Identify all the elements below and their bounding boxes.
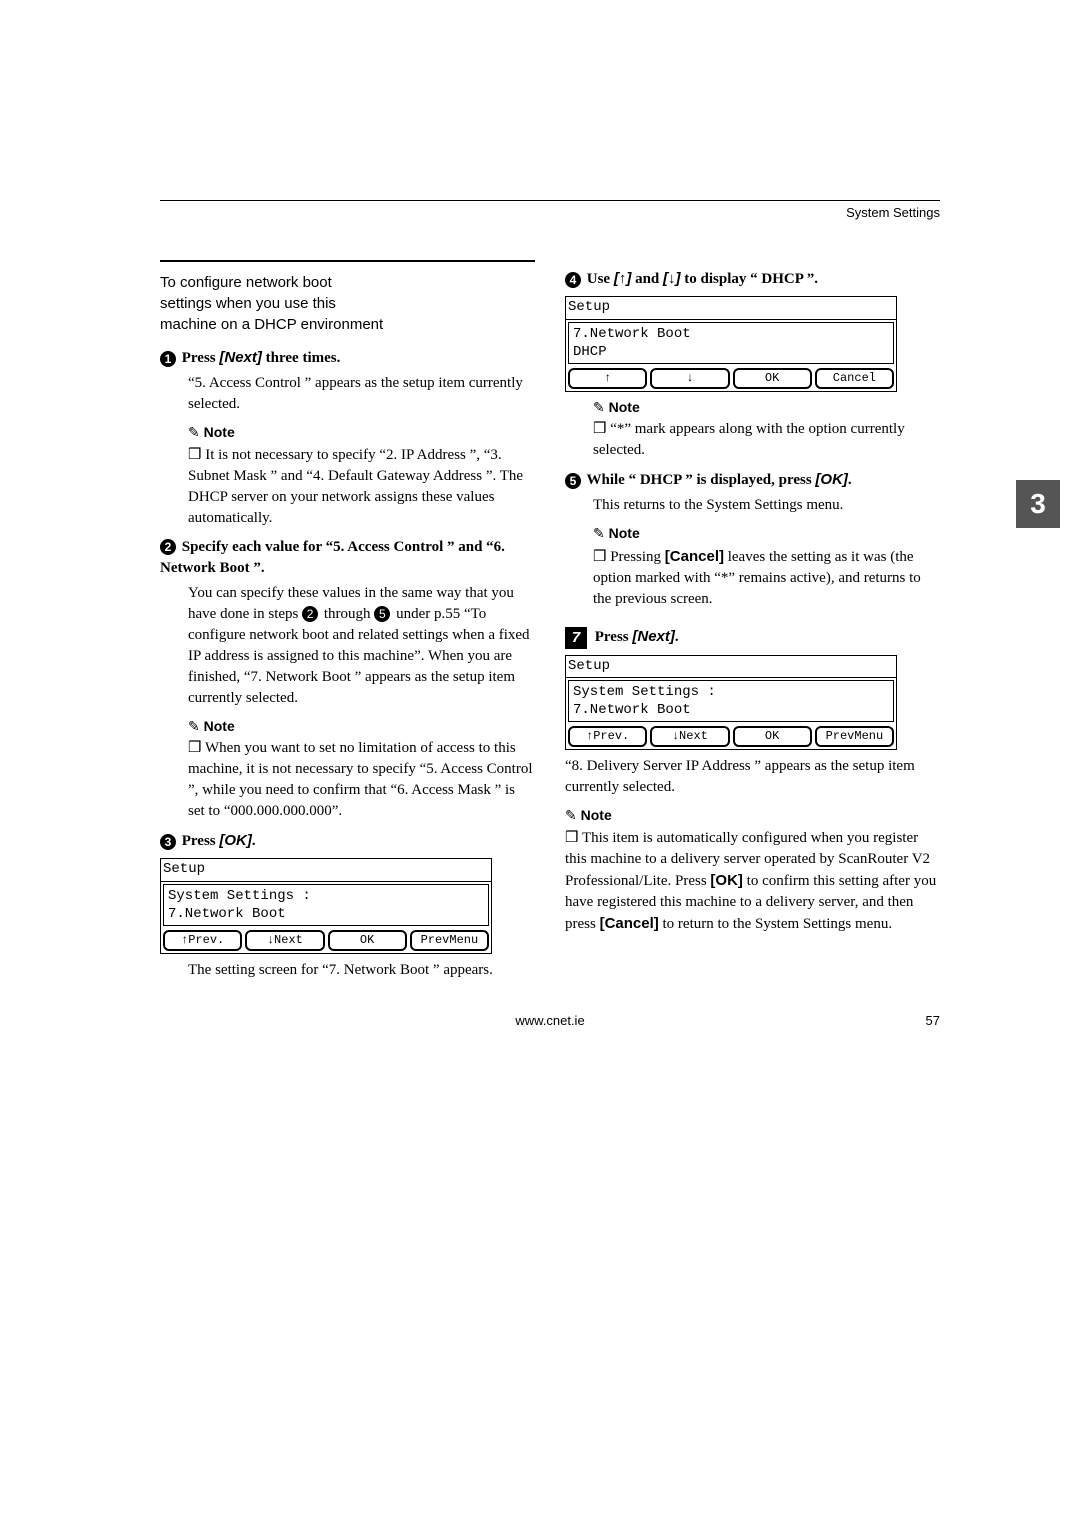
step-5-head: 5 While “ DHCP ” is displayed, press [OK… <box>565 469 940 491</box>
lcd3-next-button[interactable]: ↓Next <box>245 930 324 951</box>
step-2-body: You can specify these values in the same… <box>188 583 535 709</box>
s7-nc: to return to the System Settings menu. <box>659 916 892 932</box>
s3-key: [OK] <box>219 832 252 849</box>
lcd3-prevmenu-button[interactable]: PrevMenu <box>410 930 489 951</box>
config-section-title: To configure network boot settings when … <box>160 260 535 335</box>
lcd-step3: Setup System Settings : 7.Network Boot ↑… <box>160 858 492 954</box>
s7-key: [Next] <box>632 628 675 645</box>
s2-note-head: Note <box>188 717 535 737</box>
s4-post: to display “ DHCP ”. <box>681 271 819 287</box>
step-4-head: 4 Use [↑] and [↓] to display “ DHCP ”. <box>565 268 940 290</box>
s5-key: [OK] <box>815 471 848 488</box>
s4-pre: Use <box>587 271 614 287</box>
s5-body: This returns to the System Settings menu… <box>593 495 940 516</box>
lcd3-l1: System Settings : <box>168 887 484 905</box>
header-rule <box>160 200 940 201</box>
footer-url: www.cnet.ie <box>515 1013 584 1028</box>
s4-note-head: Note <box>593 398 940 418</box>
s4-mid: and <box>631 271 663 287</box>
s4-k1: [↑] <box>614 270 632 287</box>
lcd4-l2: DHCP <box>573 343 889 361</box>
lcd4-down-button[interactable]: ↓ <box>650 368 729 389</box>
lcd3-l2: 7.Network Boot <box>168 905 484 923</box>
step-1-badge: 1 <box>160 351 176 367</box>
s7-k1: [OK] <box>710 872 743 889</box>
lcd4-title: Setup <box>566 297 896 320</box>
lcd4-up-button[interactable]: ↑ <box>568 368 647 389</box>
step-2-head: 2 Specify each value for “5. Access Cont… <box>160 537 535 579</box>
step-3-badge: 3 <box>160 834 176 850</box>
lcd7-buttons: ↑Prev. ↓Next OK PrevMenu <box>566 724 896 749</box>
s5-note-body: Pressing [Cancel] leaves the setting as … <box>593 546 940 610</box>
s2-bb: through <box>320 606 374 622</box>
step-2-badge: 2 <box>160 539 176 555</box>
s7-k2: [Cancel] <box>600 915 659 932</box>
chapter-tab: 3 <box>1016 480 1060 528</box>
s2-ref1: 2 <box>302 606 318 622</box>
step-3-head: 3 Press [OK]. <box>160 830 535 852</box>
s7-post: . <box>675 629 679 645</box>
lcd-step7: Setup System Settings : 7.Network Boot ↑… <box>565 655 897 751</box>
lcd4-l1: 7.Network Boot <box>573 325 889 343</box>
lcd3-inner: System Settings : 7.Network Boot <box>163 884 489 926</box>
s5-note-head: Note <box>593 524 940 544</box>
s5-post: . <box>848 472 852 488</box>
lcd7-prev-button[interactable]: ↑Prev. <box>568 726 647 747</box>
s1-note-head: Note <box>188 423 535 443</box>
step-5-badge: 5 <box>565 473 581 489</box>
s4-note-body: “*” mark appears along with the option c… <box>593 419 940 461</box>
s7-note-head: Note <box>565 806 940 826</box>
s7-after: “8. Delivery Server IP Address ” appears… <box>565 756 940 798</box>
header-section-title: System Settings <box>160 205 940 220</box>
title-l2: settings when you use this <box>160 295 336 312</box>
lcd7-next-button[interactable]: ↓Next <box>650 726 729 747</box>
s1-pre: Press <box>182 350 220 366</box>
lcd3-buttons: ↑Prev. ↓Next OK PrevMenu <box>161 928 491 953</box>
s7-note-body: This item is automatically configured wh… <box>565 828 940 935</box>
s1-note-body: It is not necessary to specify “2. IP Ad… <box>188 445 535 529</box>
lcd-step4: Setup 7.Network Boot DHCP ↑ ↓ OK Cancel <box>565 296 897 392</box>
lcd7-prevmenu-button[interactable]: PrevMenu <box>815 726 894 747</box>
page-number: 57 <box>585 1013 940 1028</box>
lcd7-inner: System Settings : 7.Network Boot <box>568 680 894 722</box>
lcd4-ok-button[interactable]: OK <box>733 368 812 389</box>
title-l3: machine on a DHCP environment <box>160 316 383 333</box>
s5-nk: [Cancel] <box>665 548 724 565</box>
s5-pre: While “ DHCP ” is displayed, press <box>586 472 815 488</box>
lcd7-l2: 7.Network Boot <box>573 701 889 719</box>
lcd7-ok-button[interactable]: OK <box>733 726 812 747</box>
step-4-badge: 4 <box>565 272 581 288</box>
step-1-body: “5. Access Control ” appears as the setu… <box>188 373 535 415</box>
s5-na: Pressing <box>593 549 665 565</box>
lcd4-cancel-button[interactable]: Cancel <box>815 368 894 389</box>
s2-note-body: When you want to set no limitation of ac… <box>188 738 535 822</box>
lcd7-l1: System Settings : <box>573 683 889 701</box>
s1-key: [Next] <box>219 349 262 366</box>
lcd3-title: Setup <box>161 859 491 882</box>
lcd3-ok-button[interactable]: OK <box>328 930 407 951</box>
step-7-head: 7 Press [Next]. <box>565 626 940 649</box>
step-7-badge: 7 <box>565 627 587 649</box>
lcd7-title: Setup <box>566 656 896 679</box>
s1-post: three times. <box>262 350 340 366</box>
s3-post: . <box>252 833 256 849</box>
lcd4-buttons: ↑ ↓ OK Cancel <box>566 366 896 391</box>
s7-pre: Press <box>595 629 633 645</box>
step-1-head: 1 Press [Next] three times. <box>160 347 535 369</box>
title-l1: To configure network boot <box>160 274 332 291</box>
s3-pre: Press <box>182 833 220 849</box>
s2-head-txt: Specify each value for “5. Access Contro… <box>160 539 505 576</box>
s2-ref2: 5 <box>374 606 390 622</box>
s4-k2: [↓] <box>663 270 681 287</box>
lcd3-prev-button[interactable]: ↑Prev. <box>163 930 242 951</box>
s3-after: The setting screen for “7. Network Boot … <box>188 960 535 981</box>
lcd4-inner: 7.Network Boot DHCP <box>568 322 894 364</box>
